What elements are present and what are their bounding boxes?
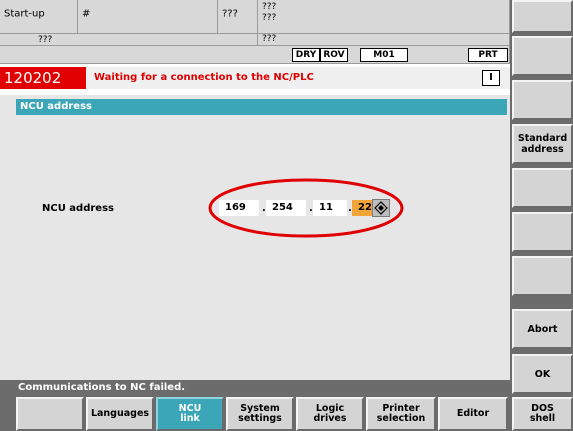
dialog-title: NCU address (16, 99, 507, 115)
channel-field: ??? (0, 34, 258, 46)
ncu-link-button[interactable]: NCU link (156, 397, 224, 431)
softkey-h1[interactable] (16, 397, 84, 431)
softkey-v5[interactable] (512, 168, 573, 208)
alarm-ack-button[interactable]: I (482, 70, 500, 86)
mode-label: Start-up (4, 8, 45, 20)
info-line-1: ??? (262, 2, 277, 12)
status-field: ??? (218, 0, 258, 34)
ok-button[interactable]: OK (512, 354, 573, 394)
softkey-v6[interactable] (512, 212, 573, 252)
logic-drives-button[interactable]: Logic drives (296, 397, 364, 431)
status-message: Communications to NC failed. (0, 380, 510, 396)
dos-shell-button[interactable]: DOS shell (512, 397, 573, 431)
indicator-prt: PRT (468, 48, 508, 62)
program-hash: # (82, 8, 91, 20)
ncu-address-label: NCU address (42, 203, 114, 214)
program-field: # (78, 0, 218, 34)
channel-mark: ??? (38, 34, 53, 45)
indicator-rov: ROV (320, 48, 348, 62)
indicator-m01: M01 (360, 48, 408, 62)
highlight-ellipse (208, 178, 404, 238)
standard-address-button[interactable]: Standard address (512, 124, 573, 164)
indicator-row (0, 46, 510, 64)
editor-button[interactable]: Editor (438, 397, 508, 431)
info-line-3: ??? (262, 34, 277, 44)
indicator-dry: DRY (292, 48, 320, 62)
status-mark: ??? (222, 8, 238, 20)
info-field: ??? ??? (258, 0, 510, 34)
abort-button[interactable]: Abort (512, 309, 573, 349)
alarm-text: Waiting for a connection to the NC/PLC (86, 67, 510, 89)
softkey-v1[interactable] (512, 0, 573, 33)
softkey-v7[interactable] (512, 256, 573, 296)
info-field-2: ??? (258, 34, 510, 46)
printer-selection-button[interactable]: Printer selection (366, 397, 436, 431)
languages-button[interactable]: Languages (86, 397, 154, 431)
mode-field: Start-up (0, 0, 78, 34)
softkey-v2[interactable] (512, 36, 573, 76)
system-settings-button[interactable]: System settings (226, 397, 294, 431)
alarm-number: 120202 (0, 67, 86, 89)
softkey-v3[interactable] (512, 80, 573, 120)
info-line-2: ??? (262, 13, 277, 23)
